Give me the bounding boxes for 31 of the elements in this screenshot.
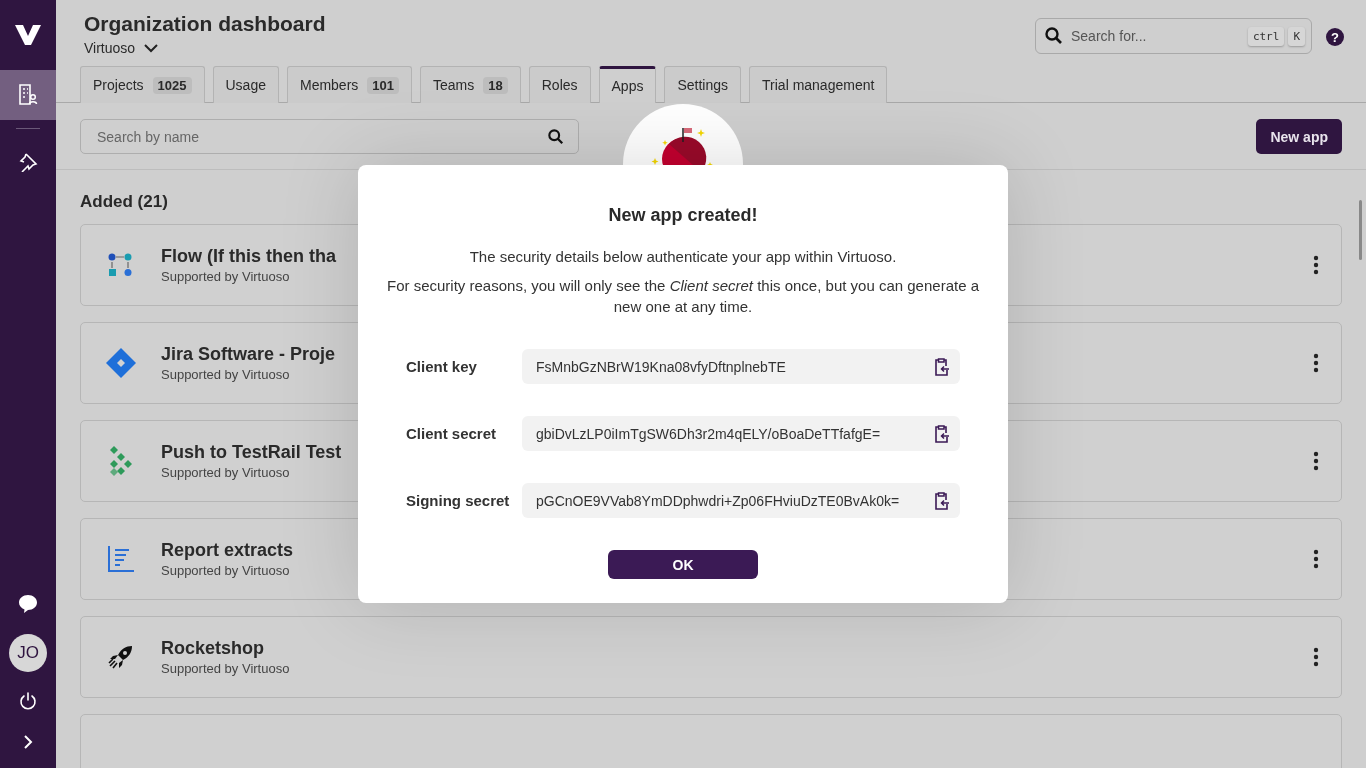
app-subtitle: Supported by Virtuoso bbox=[161, 563, 290, 578]
tab-label: Trial management bbox=[762, 77, 875, 93]
app-subtitle: Supported by Virtuoso bbox=[161, 367, 290, 382]
app-name: Flow (If this then tha bbox=[161, 246, 336, 267]
keyboard-key: ctrl bbox=[1247, 26, 1285, 46]
app-name: Rocketshop bbox=[161, 638, 265, 659]
field-label: Signing secret bbox=[406, 492, 511, 509]
app-name: Push to TestRail Test bbox=[161, 442, 342, 463]
tab-label: Usage bbox=[225, 77, 266, 93]
tab-label: Teams bbox=[433, 77, 475, 93]
count-badge: 1025 bbox=[152, 76, 192, 94]
dialog-text: The security details below authenticate your app within Virtuoso. bbox=[469, 247, 897, 267]
keyboard-key: K bbox=[1288, 26, 1305, 46]
field-label: Client secret bbox=[406, 425, 498, 442]
app-subtitle: Supported by Virtuoso bbox=[161, 661, 290, 676]
tab-label: Apps bbox=[611, 78, 644, 94]
app-name: Jira Software - Proje bbox=[161, 344, 336, 365]
app-name: Report extracts bbox=[161, 540, 294, 561]
count-badge: 101 bbox=[367, 76, 400, 94]
tab-label: Settings bbox=[677, 77, 729, 93]
dialog-title: New app created! bbox=[608, 205, 758, 226]
section-title: Added (21) bbox=[80, 192, 168, 212]
tab-label: Members bbox=[299, 77, 359, 93]
dialog-text: For security reasons, you will only see the Client secret this once, but you can generate a new one at any time. bbox=[386, 276, 980, 317]
app-subtitle: Supported by Virtuoso bbox=[161, 465, 290, 480]
app-subtitle: Supported by Virtuoso bbox=[161, 269, 290, 284]
tab-label: Projects bbox=[93, 77, 144, 93]
tab-label: Roles bbox=[541, 77, 578, 93]
page-title: Organization dashboard bbox=[84, 12, 327, 36]
count-badge: 18 bbox=[483, 76, 508, 94]
field-label: Client key bbox=[406, 358, 478, 375]
